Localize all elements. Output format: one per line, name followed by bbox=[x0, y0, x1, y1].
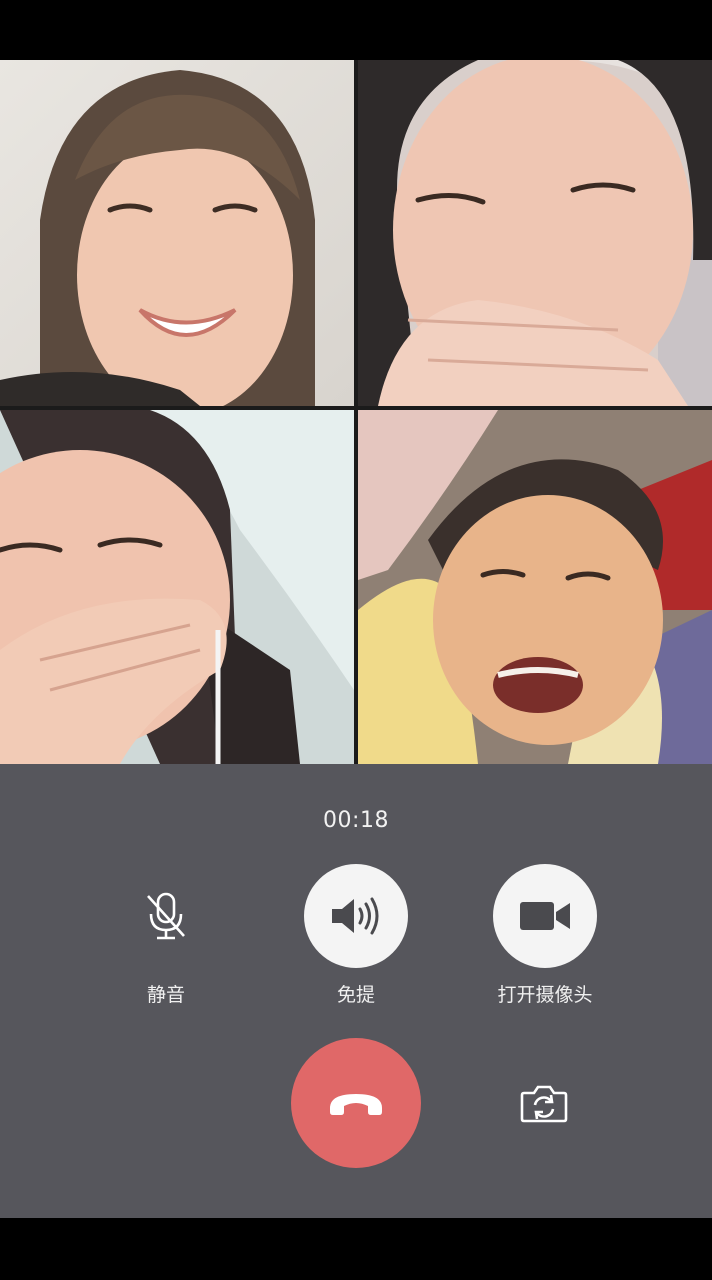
participant-video-1-frame bbox=[0, 60, 354, 406]
top-letterbox bbox=[0, 0, 712, 60]
camera-flip-icon bbox=[520, 1085, 568, 1123]
speaker-button-circle[interactable] bbox=[304, 864, 408, 968]
participant-video-4[interactable] bbox=[358, 410, 712, 764]
call-control-panel: 00:18 静音 免提 打开摄像头 bbox=[0, 764, 712, 1218]
speaker-button[interactable]: 免提 bbox=[276, 864, 436, 1007]
mute-label: 静音 bbox=[146, 984, 185, 1006]
call-timer: 00:18 bbox=[323, 808, 389, 833]
participant-video-4-frame bbox=[358, 410, 712, 764]
participant-video-2[interactable] bbox=[358, 60, 712, 406]
camera-label: 打开摄像头 bbox=[497, 984, 593, 1006]
mic-muted-icon bbox=[147, 892, 185, 940]
phone-hangup-icon bbox=[330, 1094, 382, 1115]
participant-video-3-frame bbox=[0, 410, 354, 764]
participant-video-1[interactable] bbox=[0, 60, 354, 406]
camera-flip-button[interactable] bbox=[514, 1078, 574, 1128]
camera-button-circle[interactable] bbox=[493, 864, 597, 968]
hangup-button[interactable] bbox=[291, 1038, 421, 1168]
participant-video-3[interactable] bbox=[0, 410, 354, 764]
speaker-label: 免提 bbox=[336, 984, 375, 1006]
bottom-letterbox bbox=[0, 1218, 712, 1280]
mute-button[interactable]: 静音 bbox=[86, 864, 246, 1007]
speaker-icon bbox=[332, 897, 379, 935]
video-camera-icon bbox=[520, 902, 570, 930]
video-grid bbox=[0, 60, 712, 764]
participant-video-2-frame bbox=[358, 60, 712, 406]
mute-button-circle[interactable] bbox=[114, 864, 218, 968]
camera-button[interactable]: 打开摄像头 bbox=[465, 864, 625, 1007]
